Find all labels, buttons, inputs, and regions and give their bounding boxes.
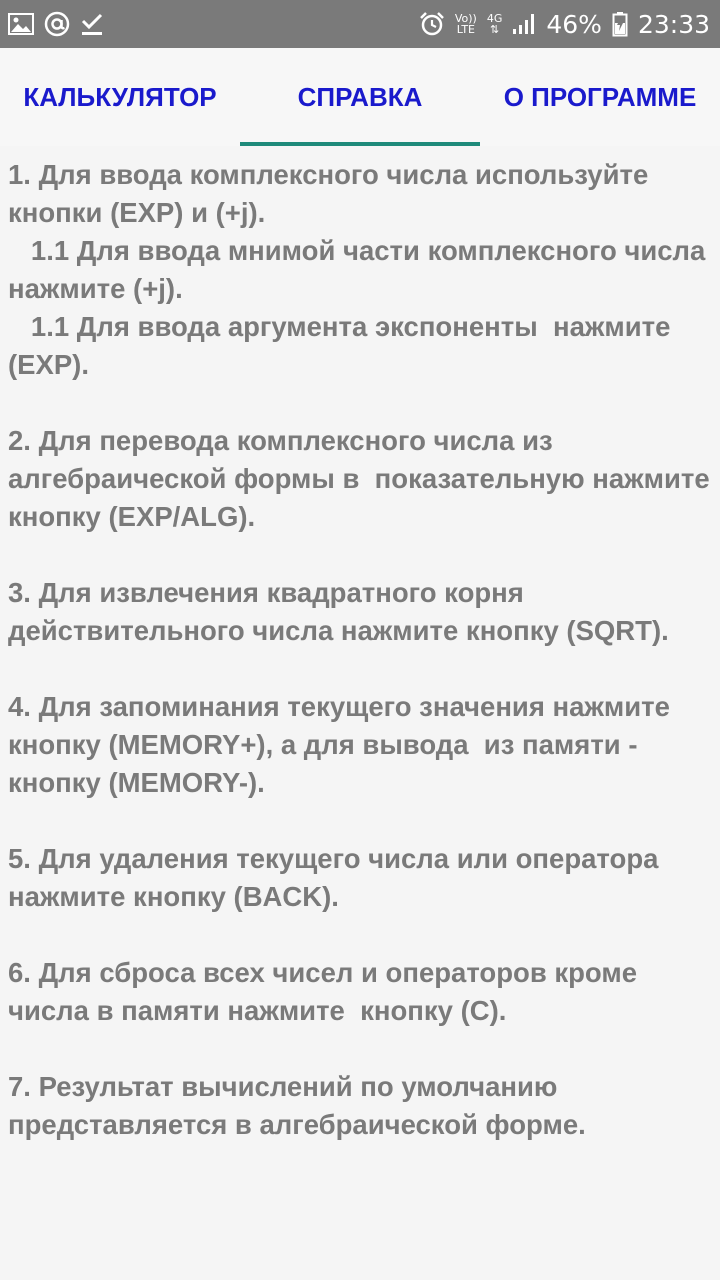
data-activity-icon: ⇅ — [490, 23, 500, 36]
clock-time: 23:33 — [637, 9, 710, 39]
selected-tab-indicator — [240, 142, 480, 146]
battery-percent: 46% — [546, 9, 602, 39]
signal-strength-icon — [512, 13, 536, 35]
alarm-clock-icon — [419, 11, 445, 37]
help-text: 1. Для ввода комплексного числа использу… — [8, 159, 710, 1140]
status-bar-notifications — [8, 11, 104, 37]
download-done-icon — [80, 12, 104, 36]
tab-about[interactable]: О ПРОГРАММЕ — [480, 48, 720, 146]
volte-bottom-label: LTE — [456, 23, 475, 36]
status-bar-system: Vo)) LTE 4G ⇅ 46% 23:33 — [419, 10, 710, 39]
tab-calculator[interactable]: КАЛЬКУЛЯТОР — [0, 48, 240, 146]
status-bar: Vo)) LTE 4G ⇅ 46% 23:33 — [0, 0, 720, 48]
gallery-icon — [8, 13, 34, 35]
tab-bar: КАЛЬКУЛЯТОР СПРАВКА О ПРОГРАММЕ — [0, 48, 720, 146]
battery-charging-icon — [612, 11, 628, 37]
at-sign-icon — [44, 11, 70, 37]
tab-help[interactable]: СПРАВКА — [240, 48, 480, 146]
network-type-indicator: 4G ⇅ — [487, 13, 503, 35]
volte-indicator: Vo)) LTE — [455, 13, 477, 35]
